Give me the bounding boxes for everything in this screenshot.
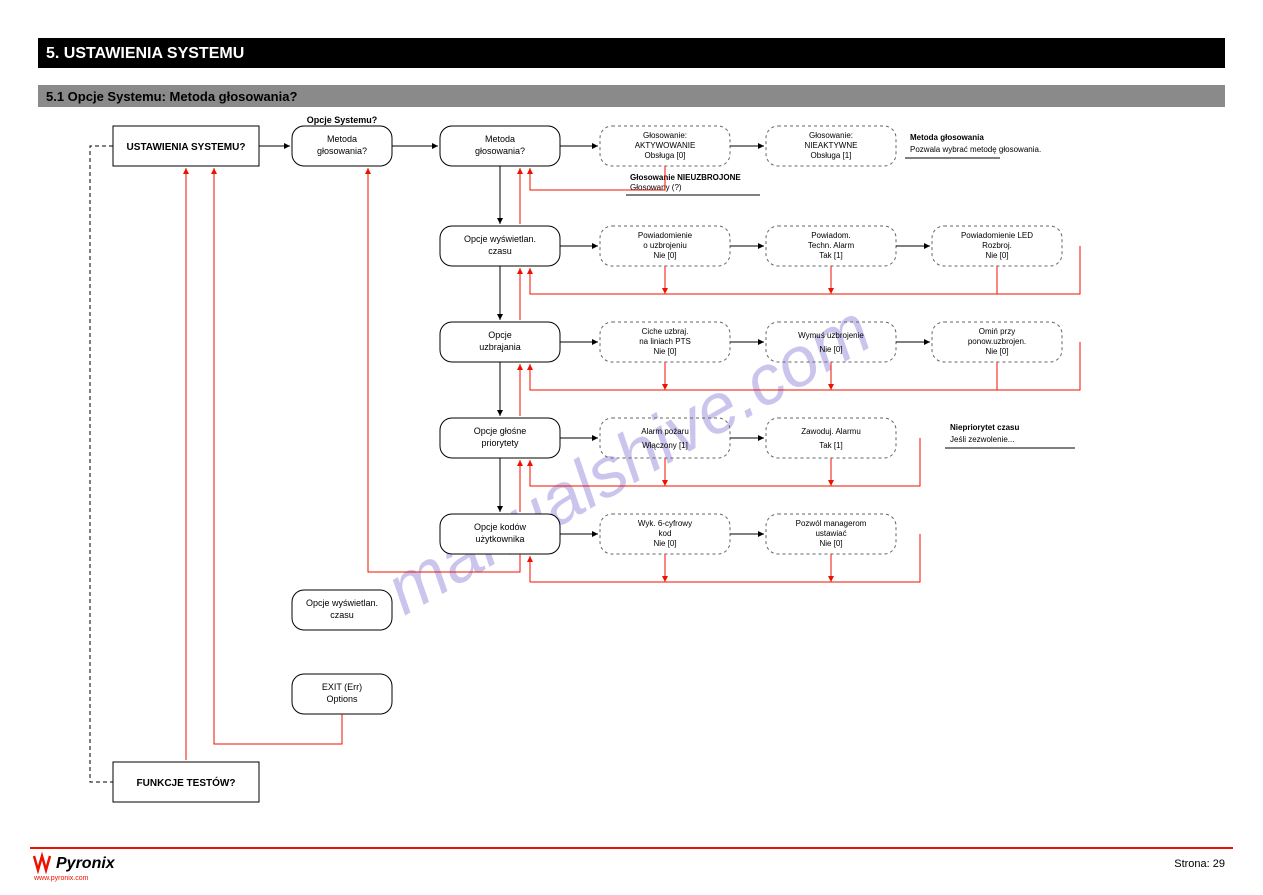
submenu-display-time: Opcje wyświetlan. czasu [292, 590, 392, 630]
svg-text:5. USTAWIENIA SYSTEMU: 5. USTAWIENIA SYSTEMU [46, 45, 244, 62]
svg-text:5.1 Opcje Systemu: Metoda głos: 5.1 Opcje Systemu: Metoda głosowania? [46, 89, 297, 104]
svg-text:USTAWIENIA SYSTEMU?: USTAWIENIA SYSTEMU? [127, 142, 246, 153]
svg-text:Wymuś uzbrojenie: Wymuś uzbrojenie [798, 331, 864, 340]
svg-text:Pozwala wybrać metodę głosowan: Pozwala wybrać metodę głosowania. [910, 145, 1041, 154]
svg-text:Metoda: Metoda [327, 134, 357, 144]
submenu-exit-options: EXIT (Err) Options [292, 674, 392, 714]
svg-text:Opcje Systemu?: Opcje Systemu? [307, 115, 378, 125]
svg-text:czasu: czasu [330, 610, 354, 620]
cell-r4-c1: Wyk. 6-cyfrowy kod Nie [0] [600, 514, 730, 554]
svg-text:Nie [0]: Nie [0] [653, 347, 676, 356]
svg-text:Options: Options [326, 694, 358, 704]
svg-text:Tak [1]: Tak [1] [819, 251, 843, 260]
svg-text:głosowania?: głosowania? [475, 146, 525, 156]
svg-text:Głosowanie:: Głosowanie: [809, 131, 853, 140]
svg-text:Nie [0]: Nie [0] [653, 251, 676, 260]
row-label-0: Metoda głosowania? [440, 126, 560, 166]
svg-text:Nie [0]: Nie [0] [985, 251, 1008, 260]
page-number: Strona: 29 [1174, 858, 1225, 870]
svg-text:Opcje wyświetlan.: Opcje wyświetlan. [306, 598, 378, 608]
svg-text:Włączony [1]: Włączony [1] [642, 441, 688, 450]
svg-text:priorytety: priorytety [481, 438, 519, 448]
main-menu-item-settings: USTAWIENIA SYSTEMU? [113, 126, 259, 166]
svg-text:Powiadomienie LED: Powiadomienie LED [961, 231, 1033, 240]
submenu-voting-method: Metoda głosowania? [292, 126, 392, 166]
svg-text:Metoda: Metoda [485, 134, 515, 144]
cell-r2-c3: Omiń przy ponow.uzbrojen. Nie [0] [932, 322, 1062, 362]
svg-text:Tak [1]: Tak [1] [819, 441, 843, 450]
svg-text:Omiń przy: Omiń przy [979, 327, 1015, 336]
svg-text:czasu: czasu [488, 246, 512, 256]
svg-text:Metoda głosowania: Metoda głosowania [910, 133, 984, 142]
svg-text:Rozbroj.: Rozbroj. [982, 241, 1012, 250]
svg-text:użytkownika: użytkownika [475, 534, 524, 544]
svg-text:Opcje głośne: Opcje głośne [474, 426, 527, 436]
svg-text:EXIT (Err): EXIT (Err) [322, 682, 362, 692]
svg-text:Obsługa [0]: Obsługa [0] [645, 151, 686, 160]
row-label-4: Opcje kodów użytkownika [440, 514, 560, 554]
svg-text:FUNKCJE TESTÓW?: FUNKCJE TESTÓW? [137, 776, 236, 789]
svg-text:kod: kod [659, 529, 672, 538]
cell-r1-c2: Powiadom. Techn. Alarm Tak [1] [766, 226, 896, 266]
cell-r4-c2: Pozwól managerom ustawiać Nie [0] [766, 514, 896, 554]
svg-text:NIEAKTYWNE: NIEAKTYWNE [805, 141, 858, 150]
cell-r1-c3: Powiadomienie LED Rozbroj. Nie [0] [932, 226, 1062, 266]
cell-r1-c1: Powiadomienie o uzbrojeniu Nie [0] [600, 226, 730, 266]
svg-text:AKTYWOWANIE: AKTYWOWANIE [635, 141, 696, 150]
cell-r2-c1: Ciche uzbraj. na liniach PTS Nie [0] [600, 322, 730, 362]
svg-text:Opcje wyświetlan.: Opcje wyświetlan. [464, 234, 536, 244]
svg-text:Powiadomienie: Powiadomienie [638, 231, 693, 240]
row-label-3: Opcje głośne priorytety [440, 418, 560, 458]
svg-text:o uzbrojeniu: o uzbrojeniu [643, 241, 687, 250]
cell-r3-c2: Zawoduj. Alarmu Tak [1] [766, 418, 896, 458]
svg-text:Pyronix: Pyronix [56, 855, 116, 872]
svg-text:Pozwól managerom: Pozwól managerom [796, 519, 867, 528]
svg-text:Nie [0]: Nie [0] [819, 539, 842, 548]
svg-text:Powiadom.: Powiadom. [811, 231, 851, 240]
svg-text:Alarm pożaru: Alarm pożaru [641, 427, 689, 436]
svg-text:Głosowanie:: Głosowanie: [643, 131, 687, 140]
svg-text:Zawoduj. Alarmu: Zawoduj. Alarmu [801, 427, 861, 436]
row-label-2: Opcje uzbrajania [440, 322, 560, 362]
svg-text:www.pyronix.com: www.pyronix.com [33, 875, 89, 882]
svg-text:Opcje kodów: Opcje kodów [474, 522, 527, 532]
svg-text:Nie [0]: Nie [0] [819, 345, 842, 354]
svg-text:Głosowanie NIEUZBROJONE: Głosowanie NIEUZBROJONE [630, 173, 741, 182]
svg-text:Głosowany (?): Głosowany (?) [630, 183, 682, 192]
svg-text:głosowania?: głosowania? [317, 146, 367, 156]
row-label-1: Opcje wyświetlan. czasu [440, 226, 560, 266]
svg-text:Nie [0]: Nie [0] [653, 539, 676, 548]
main-menu-item-tests: FUNKCJE TESTÓW? [113, 762, 259, 802]
svg-text:Niepriorytet czasu: Niepriorytet czasu [950, 423, 1019, 432]
svg-text:uzbrajania: uzbrajania [479, 342, 521, 352]
svg-text:Obsługa [1]: Obsługa [1] [811, 151, 852, 160]
diagram-canvas: 5. USTAWIENIA SYSTEMU 5.1 Opcje Systemu:… [0, 0, 1263, 893]
svg-text:ponow.uzbrojen.: ponow.uzbrojen. [968, 337, 1026, 346]
svg-text:Wyk. 6-cyfrowy: Wyk. 6-cyfrowy [638, 519, 692, 528]
svg-text:na liniach PTS: na liniach PTS [639, 337, 691, 346]
svg-text:Opcje: Opcje [488, 330, 512, 340]
svg-text:ustawiać: ustawiać [815, 529, 846, 538]
cell-r0-c2: Głosowanie: NIEAKTYWNE Obsługa [1] [766, 126, 896, 166]
svg-text:Ciche uzbraj.: Ciche uzbraj. [642, 327, 689, 336]
cell-r0-c1: Głosowanie: AKTYWOWANIE Obsługa [0] [600, 126, 730, 166]
brand-logo: Pyronix www.pyronix.com [33, 855, 116, 882]
svg-text:Techn. Alarm: Techn. Alarm [808, 241, 855, 250]
svg-text:Jeśli zezwolenie...: Jeśli zezwolenie... [950, 435, 1014, 444]
svg-text:Nie [0]: Nie [0] [985, 347, 1008, 356]
